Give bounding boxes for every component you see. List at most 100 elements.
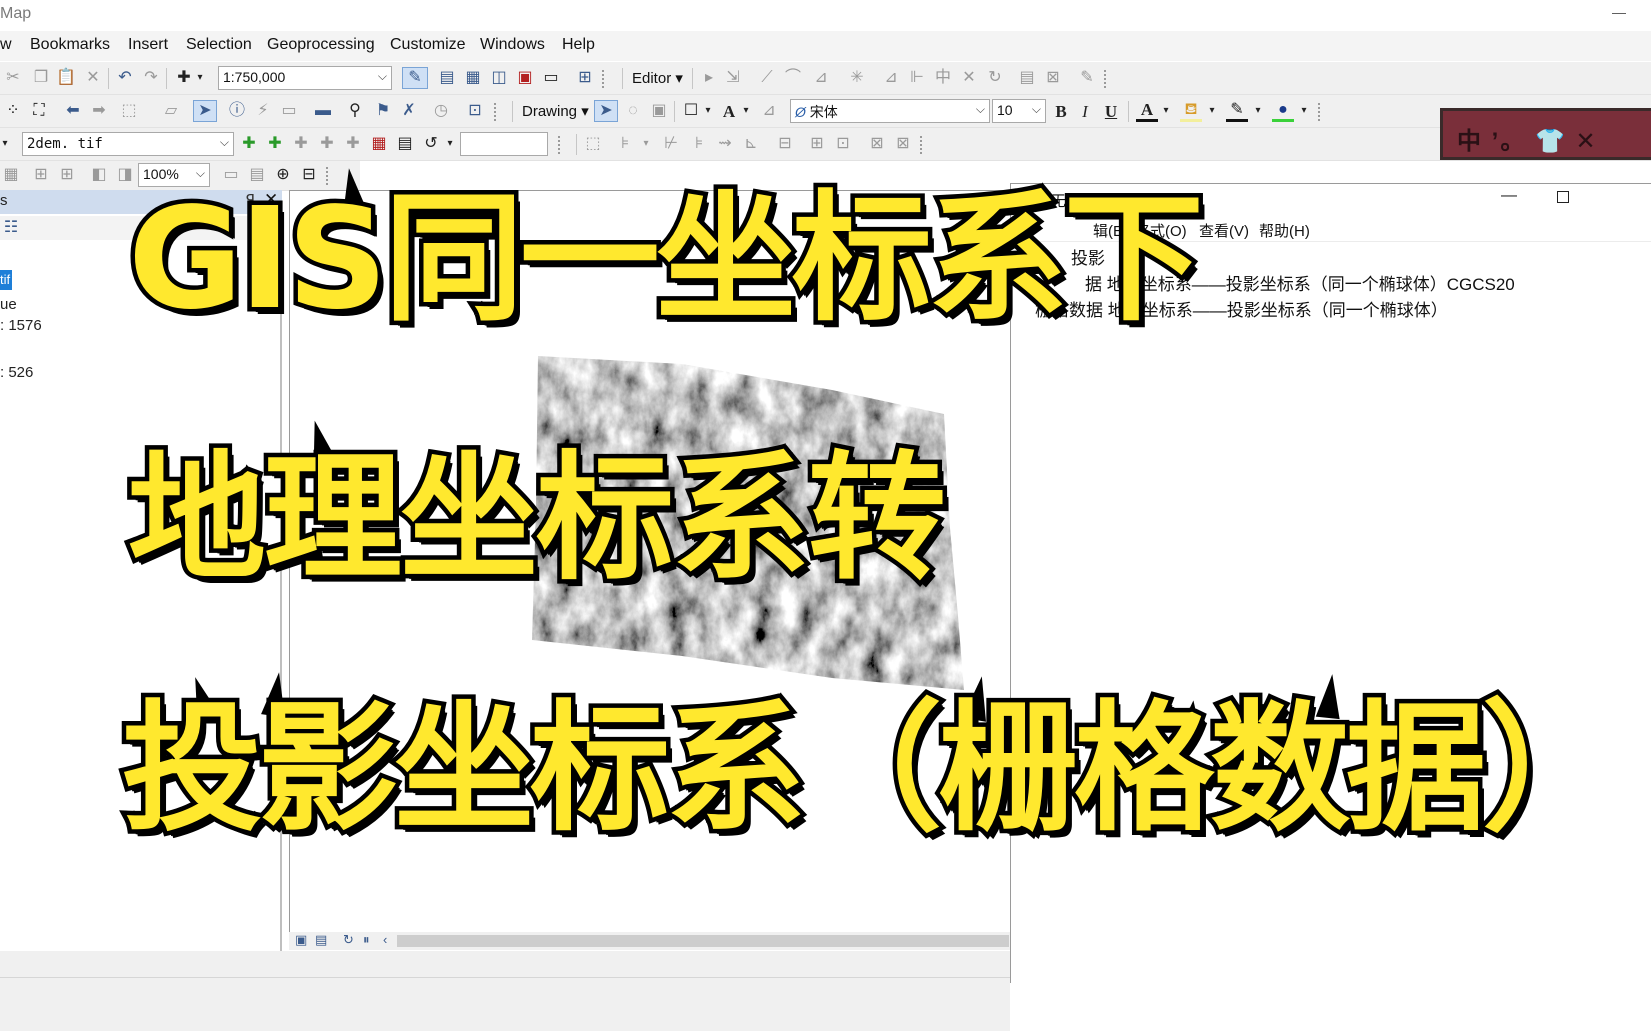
bold-button[interactable]: B bbox=[1050, 100, 1072, 122]
edit-tool-2-icon[interactable]: ⊬ bbox=[660, 133, 682, 155]
rectangle-icon[interactable]: ☐ bbox=[680, 100, 702, 122]
generalize-icon[interactable]: ⊾ bbox=[740, 133, 762, 155]
fill-color-dropdown-icon[interactable]: ▾ bbox=[1206, 100, 1218, 122]
split-icon[interactable]: ✕ bbox=[958, 67, 980, 89]
add-data-dropdown-icon[interactable]: ▾ bbox=[194, 67, 206, 89]
edit-vertices-icon[interactable]: ⊿ bbox=[880, 67, 902, 89]
refresh-icon[interactable]: ↻ bbox=[343, 932, 354, 948]
smooth-icon[interactable]: ⊟ bbox=[774, 133, 796, 155]
add-data-icon[interactable]: ✚ bbox=[173, 67, 195, 89]
pin-icon[interactable]: ꟼ bbox=[246, 191, 255, 209]
marker-color-dropdown-icon[interactable]: ▾ bbox=[1298, 100, 1310, 122]
layer-effects-icon[interactable]: ▦ bbox=[0, 164, 22, 186]
swipe-icon[interactable]: ⊞ bbox=[30, 164, 52, 186]
hyperlink-icon[interactable]: ⚡ bbox=[252, 100, 274, 122]
notepad-text-area[interactable]: 投影 据 地理坐标系——投影坐标系（同一个椭球体）CGCS20 栅格数据 地理坐… bbox=[1011, 242, 1651, 984]
marker-color-icon[interactable]: ● bbox=[1272, 100, 1294, 122]
data-frame-icon[interactable]: ⊕ bbox=[272, 164, 294, 186]
line-color-icon[interactable]: ✎ bbox=[1226, 100, 1248, 122]
rotate-dropdown-icon[interactable]: ▾ bbox=[444, 133, 456, 155]
point-icon[interactable]: ⊿ bbox=[810, 67, 832, 89]
layer-name-selected[interactable]: tif bbox=[0, 270, 12, 290]
underline-button[interactable]: U bbox=[1100, 100, 1122, 122]
ime-status-bar[interactable]: 中 ’。 👕 ✕ bbox=[1440, 108, 1651, 160]
topology-icon[interactable]: ⊞ bbox=[806, 133, 828, 155]
menu-help[interactable]: Help bbox=[562, 36, 595, 54]
scroll-left-icon[interactable]: ‹ bbox=[383, 932, 387, 947]
python-icon[interactable]: ▭ bbox=[540, 67, 562, 89]
create-features-icon[interactable]: ✎ bbox=[1076, 67, 1098, 89]
font-size-combo[interactable]: 10 ⌵ bbox=[992, 99, 1046, 123]
cut-icon[interactable]: ✂ bbox=[2, 67, 24, 89]
adjust-icon[interactable]: ⬚ bbox=[582, 133, 604, 155]
editor-menu[interactable]: Editor ▾ bbox=[632, 69, 683, 87]
time-slider-icon[interactable]: ◷ bbox=[430, 100, 452, 122]
rotate-element-icon[interactable]: ◌ bbox=[622, 100, 644, 122]
close-icon[interactable]: ✕ bbox=[264, 190, 278, 210]
edit-annotation-icon[interactable]: ⇲ bbox=[722, 67, 744, 89]
forward-icon[interactable]: ➡ bbox=[88, 100, 110, 122]
add-control-points-icon[interactable]: ✚ bbox=[238, 133, 260, 155]
cut-polygons-icon[interactable]: 中 bbox=[932, 67, 954, 89]
layout-view-icon[interactable]: ▤ bbox=[246, 164, 268, 186]
find-icon[interactable]: ⚲ bbox=[344, 100, 366, 122]
fix-tool-icon[interactable]: ⊠ bbox=[892, 133, 914, 155]
menu-selection[interactable]: Selection bbox=[186, 36, 252, 54]
link-table-icon[interactable]: ▤ bbox=[394, 133, 416, 155]
add-control-point-2-icon[interactable]: ✚ bbox=[264, 133, 286, 155]
reshape-icon[interactable]: ⊩ bbox=[906, 67, 928, 89]
notepad-minimize-button[interactable]: — bbox=[1501, 187, 1517, 205]
fill-color-icon[interactable]: ⛾ bbox=[1180, 100, 1202, 122]
contrast-icon[interactable]: ◧ bbox=[88, 164, 110, 186]
select-features-icon[interactable]: ⬚ bbox=[118, 100, 140, 122]
clear-selection-icon[interactable]: ▱ bbox=[160, 100, 182, 122]
menu-geoprocessing[interactable]: Geoprocessing bbox=[267, 36, 375, 54]
reshape-2-icon[interactable]: ⊧ bbox=[688, 133, 710, 155]
edit-vertices-draw-icon[interactable]: ⊿ bbox=[758, 100, 780, 122]
sketch-properties-icon[interactable]: ⊠ bbox=[1042, 67, 1064, 89]
attributes-icon[interactable]: ▤ bbox=[1016, 67, 1038, 89]
zoom-to-link-icon[interactable]: ✚ bbox=[316, 133, 338, 155]
notepad-menu-edit[interactable]: 辑(E) bbox=[1093, 220, 1128, 241]
midpoint-icon[interactable]: ✳ bbox=[846, 67, 868, 89]
catalog-icon[interactable]: ▦ bbox=[462, 67, 484, 89]
font-name-combo[interactable]: Ø 宋体 ⌵ bbox=[790, 99, 990, 123]
redo-icon[interactable]: ↷ bbox=[140, 67, 162, 89]
pause-drawing-icon[interactable]: ⏸ bbox=[363, 932, 370, 948]
notepad-maximize-button[interactable] bbox=[1557, 191, 1569, 203]
notepad-menu-help[interactable]: 帮助(H) bbox=[1259, 220, 1310, 241]
data-view-icon[interactable]: ▣ bbox=[295, 932, 307, 948]
straight-segment-icon[interactable]: ⟋ bbox=[756, 67, 778, 89]
identify-icon[interactable]: ⓘ bbox=[226, 100, 248, 122]
menu-view[interactable]: w bbox=[0, 36, 12, 54]
delete-link-icon[interactable]: ✚ bbox=[342, 133, 364, 155]
delete-icon[interactable]: ✕ bbox=[82, 67, 104, 89]
text-dropdown-icon[interactable]: ▾ bbox=[740, 100, 752, 122]
arc-segment-icon[interactable]: ⌒ bbox=[782, 67, 804, 89]
paste-icon[interactable]: 📋 bbox=[55, 67, 77, 89]
select-elements-icon[interactable]: ➤ bbox=[193, 100, 217, 122]
editor-toolbar-icon[interactable]: ✎ bbox=[402, 67, 428, 89]
page-layout-icon[interactable]: ▭ bbox=[220, 164, 242, 186]
layer-dropdown-icon[interactable]: ▾ bbox=[0, 133, 10, 155]
list-by-drawing-order-icon[interactable]: ☷ bbox=[0, 217, 22, 239]
flip-dropdown-icon[interactable]: ▾ bbox=[640, 133, 652, 155]
horizontal-scrollbar[interactable] bbox=[397, 935, 1009, 947]
font-color-dropdown-icon[interactable]: ▾ bbox=[1160, 100, 1172, 122]
error-inspector-icon[interactable]: ⊠ bbox=[866, 133, 888, 155]
notepad-menu-view[interactable]: 查看(V) bbox=[1199, 220, 1249, 241]
rectangle-dropdown-icon[interactable]: ▾ bbox=[702, 100, 714, 122]
zoom-whole-page-icon[interactable]: ▣ bbox=[648, 100, 670, 122]
drawing-menu[interactable]: Drawing ▾ bbox=[522, 102, 589, 120]
minimize-button[interactable]: — bbox=[1612, 4, 1626, 20]
menu-bookmarks[interactable]: Bookmarks bbox=[30, 36, 110, 54]
zoom-out-fixed-icon[interactable]: ⛶ bbox=[28, 100, 50, 122]
italic-button[interactable]: I bbox=[1074, 100, 1096, 122]
view-link-table-icon[interactable]: ▦ bbox=[368, 133, 390, 155]
notepad-menu-format[interactable]: 格式(O) bbox=[1135, 220, 1187, 241]
zoom-in-fixed-icon[interactable]: ⁘ bbox=[2, 100, 24, 122]
layer-combo[interactable]: 2dem. tif ⌵ bbox=[22, 132, 234, 156]
menu-windows[interactable]: Windows bbox=[480, 36, 545, 54]
copy-icon[interactable]: ❐ bbox=[30, 67, 52, 89]
select-link-icon[interactable]: ✚ bbox=[290, 133, 312, 155]
